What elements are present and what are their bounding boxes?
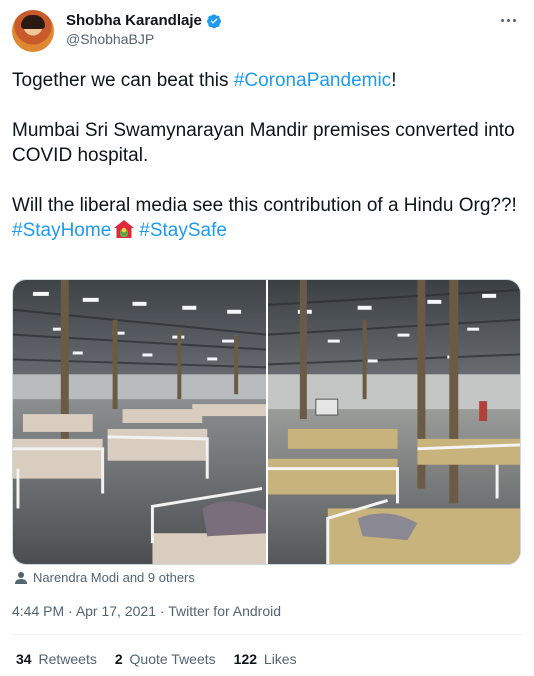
meta-separator-1: ·	[64, 603, 76, 619]
tweet-line-1-suffix: !	[391, 70, 397, 91]
avatar[interactable]	[12, 10, 54, 52]
quote-tweets-label: Quote Tweets	[129, 651, 216, 667]
photo-hospital-hall-left[interactable]	[13, 280, 266, 564]
liked-by-text[interactable]: Narendra Modi and 9 others	[33, 570, 195, 585]
likes-label: Likes	[263, 651, 297, 667]
photo-hospital-hall-right[interactable]	[268, 280, 520, 564]
author-name-row[interactable]: Shobha Karandlaje	[66, 12, 222, 29]
divider	[12, 634, 522, 635]
tweet-line-2: Mumbai Sri Swamynarayan Mandir premises …	[12, 120, 515, 166]
tweet-source[interactable]: Twitter for Android	[168, 603, 281, 619]
hospital-hall-right-image	[268, 280, 520, 564]
tweet-text: Together we can beat this #CoronaPandemi…	[12, 68, 522, 243]
tweet-line-1: Together we can beat this #CoronaPandemi…	[12, 68, 522, 93]
hospital-hall-left-image	[13, 280, 266, 564]
retweets-stat[interactable]: 34 Retweets	[16, 651, 97, 667]
liked-by-row[interactable]: Narendra Modi and 9 others	[14, 570, 195, 585]
author-name[interactable]: Shobha Karandlaje	[66, 12, 202, 29]
tweet-meta: 4:44 PM · Apr 17, 2021 · Twitter for And…	[12, 603, 281, 619]
tweet-time[interactable]: 4:44 PM	[12, 603, 64, 619]
tweet-line-3: Will the liberal media see this contribu…	[12, 195, 517, 216]
likes-stat[interactable]: 122 Likes	[234, 651, 297, 667]
tweet-stats: 34 Retweets 2 Quote Tweets 122 Likes	[16, 651, 315, 667]
verified-badge-icon	[206, 13, 221, 28]
more-options-icon[interactable]	[496, 10, 520, 30]
author-handle[interactable]: @ShobhaBJP	[66, 31, 154, 47]
tweet: Shobha Karandlaje @ShobhaBJP Together we…	[0, 0, 534, 676]
tweet-date[interactable]: Apr 17, 2021	[76, 603, 156, 619]
retweets-count: 34	[16, 651, 32, 667]
hashtag-stayhome[interactable]: #StayHome	[12, 220, 111, 241]
tweet-line-1-text: Together we can beat this	[12, 70, 234, 91]
quote-tweets-count: 2	[114, 651, 123, 667]
hashtag-staysafe[interactable]: #StaySafe	[139, 220, 227, 241]
quote-tweets-stat[interactable]: 2 Quote Tweets	[115, 651, 216, 667]
hashtag-coronapandemic[interactable]: #CoronaPandemic	[234, 70, 391, 91]
meta-separator-2: ·	[155, 603, 169, 619]
likes-count: 122	[233, 651, 258, 667]
media-container	[12, 279, 521, 565]
house-with-garden-emoji-icon	[114, 220, 135, 238]
retweets-label: Retweets	[38, 651, 97, 667]
tweet-hashtags: #StayHome #StaySafe	[12, 218, 522, 243]
person-icon	[15, 571, 27, 584]
